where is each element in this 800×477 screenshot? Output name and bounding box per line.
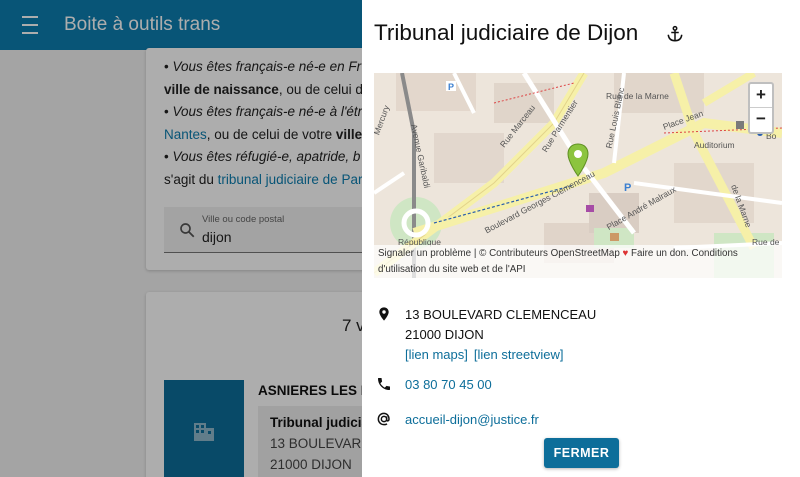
phone-row: 03 80 70 45 00 xyxy=(376,375,492,395)
anchor-icon[interactable] xyxy=(666,24,684,44)
location-pin-icon xyxy=(379,307,389,321)
email-link[interactable]: accueil-dijon@justice.fr xyxy=(405,410,539,430)
place-label: Auditorium xyxy=(694,140,735,150)
close-button[interactable]: FERMER xyxy=(544,438,619,468)
svg-text:P: P xyxy=(624,182,631,194)
donate-link[interactable]: Faire un don. Conditions xyxy=(628,248,738,259)
address-row: 13 BOULEVARD CLEMENCEAU 21000 DIJON [lie… xyxy=(376,305,596,365)
svg-text:P: P xyxy=(448,82,454,92)
address-links: [lien maps] [lien streetview] xyxy=(405,345,596,365)
zoom-control: + − xyxy=(748,82,774,134)
phone-link[interactable]: 03 80 70 45 00 xyxy=(405,375,492,395)
drawer-title: Tribunal judiciaire de Dijon xyxy=(374,20,639,45)
location-map[interactable]: P P Rue Marceau Rue Parmentier Boulevard… xyxy=(374,73,782,278)
email-row: accueil-dijon@justice.fr xyxy=(376,410,539,430)
zoom-in-button[interactable]: + xyxy=(750,84,772,108)
zoom-out-button[interactable]: − xyxy=(750,108,772,132)
streetview-link[interactable]: [lien streetview] xyxy=(474,347,564,362)
map-marker-icon[interactable] xyxy=(567,143,589,177)
terms-link[interactable]: d'utilisation du site web et de l'API xyxy=(378,264,526,275)
report-problem-link[interactable]: Signaler un problème xyxy=(378,248,471,259)
at-sign-icon xyxy=(377,412,390,426)
map-attribution: Signaler un problème | © Contributeurs O… xyxy=(374,245,782,278)
maps-link[interactable]: [lien maps] xyxy=(405,347,468,362)
tribunal-drawer: Tribunal judiciaire de Dijon P P Rue Mar… xyxy=(362,0,800,477)
address-line-2: 21000 DIJON xyxy=(405,327,484,342)
phone-icon xyxy=(378,378,390,390)
address-line-1: 13 BOULEVARD CLEMENCEAU xyxy=(405,307,597,322)
